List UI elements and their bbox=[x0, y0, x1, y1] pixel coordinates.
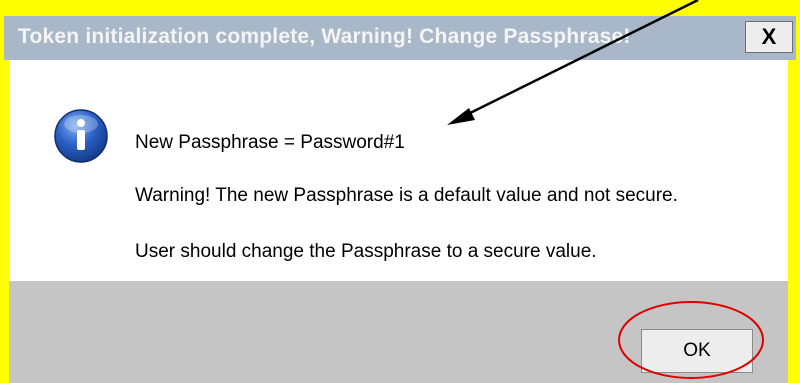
dialog-content: New Passphrase = Password#1 Warning! The… bbox=[9, 60, 788, 281]
information-icon bbox=[54, 109, 108, 163]
ok-button[interactable]: OK bbox=[641, 329, 753, 373]
dialog-title: Token initialization complete, Warning! … bbox=[18, 25, 631, 48]
close-button[interactable]: X bbox=[745, 21, 793, 53]
advice-message: User should change the Passphrase to a s… bbox=[135, 241, 597, 262]
dialog-footer: OK bbox=[9, 281, 788, 383]
dialog-titlebar[interactable]: Token initialization complete, Warning! … bbox=[4, 16, 796, 60]
passphrase-message: New Passphrase = Password#1 bbox=[135, 132, 405, 153]
message-dialog: Token initialization complete, Warning! … bbox=[0, 0, 800, 383]
warning-message: Warning! The new Passphrase is a default… bbox=[135, 185, 678, 206]
